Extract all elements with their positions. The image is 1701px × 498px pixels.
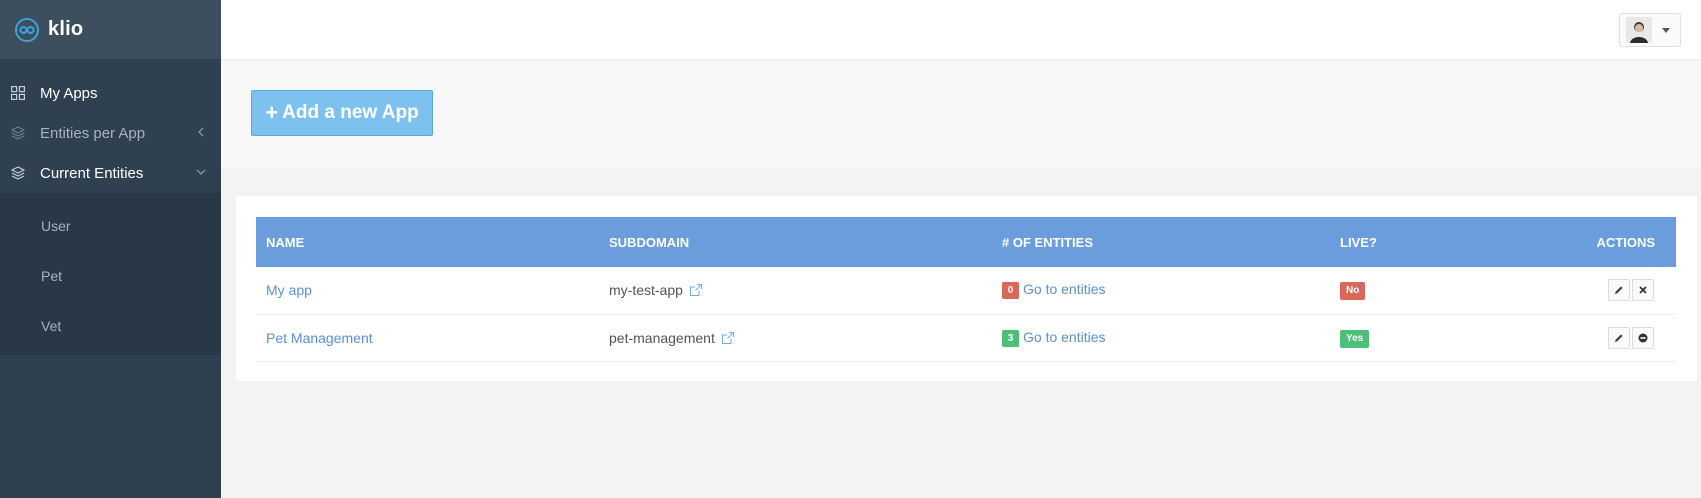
close-icon — [1639, 286, 1647, 294]
edit-button[interactable] — [1608, 326, 1630, 349]
table-header-row: NAME SUBDOMAIN # OF ENTITIES LIVE? ACTIO… — [256, 217, 1676, 267]
sidebar-item-my-apps[interactable]: My Apps — [0, 73, 221, 113]
sidebar-subnav: User Pet Vet — [0, 193, 221, 355]
sidebar-subitem-pet[interactable]: Pet — [0, 251, 221, 301]
klio-logo-icon — [15, 17, 39, 42]
live-status-badge: Yes — [1340, 329, 1370, 348]
live-status-badge: No — [1340, 282, 1366, 301]
column-header-actions: ACTIONS — [1596, 234, 1656, 250]
apps-table: NAME SUBDOMAIN # OF ENTITIES LIVE? ACTIO… — [256, 217, 1676, 362]
brand-name: klio — [48, 18, 84, 40]
user-menu-button[interactable] — [1619, 13, 1681, 47]
column-header-subdomain[interactable]: SUBDOMAIN — [599, 217, 992, 267]
external-link-icon[interactable] — [689, 283, 703, 297]
avatar — [1626, 17, 1652, 43]
table-row: Pet Management pet-management 3 Go to ent… — [256, 314, 1676, 361]
table-row: My app my-test-app 0 Go to entities No — [256, 267, 1676, 314]
sidebar-item-entities-per-app[interactable]: Entities per App — [0, 113, 221, 153]
unpublish-button[interactable] — [1632, 326, 1654, 349]
column-header-name[interactable]: NAME — [256, 217, 599, 267]
pencil-icon — [1615, 333, 1623, 342]
caret-down-icon — [1662, 27, 1670, 33]
topbar — [221, 0, 1701, 60]
page-header: + Add a new App — [221, 60, 1701, 168]
subdomain-text: my-test-app — [609, 282, 683, 299]
minus-circle-icon — [1638, 333, 1648, 342]
app-name-link[interactable]: My app — [266, 282, 312, 298]
chevron-left-icon — [198, 127, 204, 137]
entity-count-badge: 0 — [1002, 282, 1019, 300]
column-header-live[interactable]: LIVE? — [1330, 217, 1480, 267]
add-app-button-label: Add a new App — [282, 102, 419, 123]
sidebar-nav: My Apps Entities per App Current Entitie… — [0, 59, 221, 355]
subdomain-text: pet-management — [609, 329, 715, 346]
entity-count-badge: 3 — [1002, 329, 1019, 347]
external-link-icon[interactable] — [721, 331, 735, 345]
sidebar-item-current-entities[interactable]: Current Entities — [0, 153, 221, 193]
layers-icon — [10, 125, 26, 141]
sidebar-subitem-user[interactable]: User — [0, 201, 221, 251]
sidebar: klio My Apps Entities per App Current En… — [0, 0, 221, 498]
pencil-icon — [1615, 286, 1623, 295]
column-header-entities[interactable]: # OF ENTITIES — [992, 217, 1330, 267]
sidebar-item-label: Entities per App — [40, 124, 146, 142]
chevron-down-icon — [196, 169, 206, 175]
grid-icon — [10, 85, 26, 101]
go-to-entities-link[interactable]: Go to entities — [1023, 281, 1106, 297]
apps-card: NAME SUBDOMAIN # OF ENTITIES LIVE? ACTIO… — [236, 196, 1697, 381]
edit-button[interactable] — [1608, 279, 1630, 302]
app-name-link[interactable]: Pet Management — [266, 330, 373, 346]
layers-icon — [10, 165, 26, 181]
delete-button[interactable] — [1632, 279, 1654, 302]
plus-icon: + — [265, 100, 279, 125]
sidebar-item-label: My Apps — [40, 84, 98, 102]
brand[interactable]: klio — [0, 0, 221, 59]
sidebar-subitem-vet[interactable]: Vet — [0, 301, 221, 351]
go-to-entities-link[interactable]: Go to entities — [1023, 329, 1106, 345]
sidebar-item-label: Current Entities — [40, 164, 144, 182]
add-app-button[interactable]: + Add a new App — [251, 90, 433, 136]
